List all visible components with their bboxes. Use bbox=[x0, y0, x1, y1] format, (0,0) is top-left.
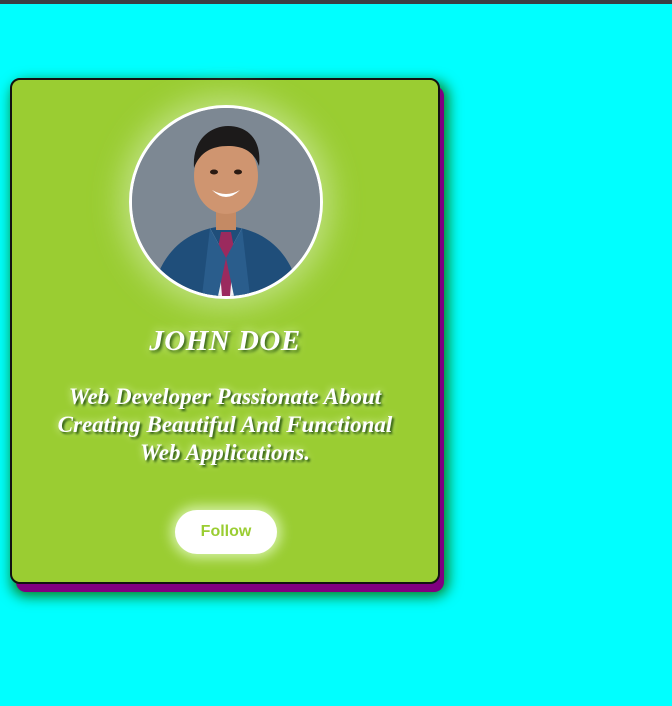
avatar-photo-icon bbox=[132, 108, 320, 296]
profile-name: JOHN DOE bbox=[149, 325, 301, 357]
window-top-bar bbox=[0, 0, 672, 4]
profile-card: JOHN DOE Web Developer Passionate About … bbox=[10, 78, 440, 584]
follow-button[interactable]: Follow bbox=[175, 510, 277, 554]
avatar bbox=[129, 105, 323, 299]
profile-bio: Web Developer Passionate About Creating … bbox=[57, 384, 393, 465]
